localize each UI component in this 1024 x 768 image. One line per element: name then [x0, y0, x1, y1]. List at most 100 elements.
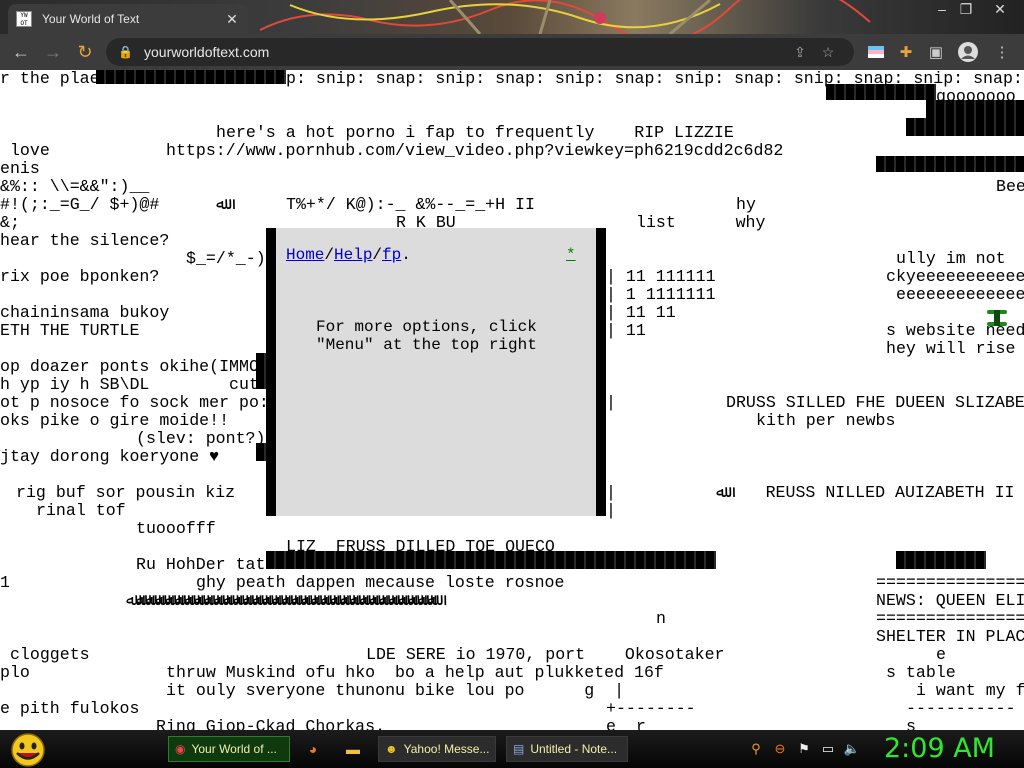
extensions-puzzle-icon[interactable]: ✚	[892, 38, 920, 66]
lock-icon[interactable]: 🔒	[118, 45, 134, 59]
world-text-line: it ouly sveryone thunonu bike lou po g |	[166, 681, 625, 700]
browser-tab[interactable]: YW OT Your World of Text ✕	[8, 4, 248, 34]
world-text-line: hy	[736, 195, 756, 214]
chrome-icon: ◉	[175, 742, 186, 756]
world-text-line: &%:: \\=&&":)__	[0, 177, 150, 196]
popup-message-line1: For more options, click	[316, 318, 537, 336]
world-text-line: ﷲﷲﷲﷲﷲﷲﷲﷲﷲﷲﷲﷲﷲﷲﷲﷲﷲﷲﷲﷲﷲﷲﷲﷲﷲﷲﷲﷲﷲﷲﷲﷲ	[126, 591, 438, 610]
world-text-line: kith per newbs	[756, 411, 896, 430]
black-block	[906, 118, 926, 136]
profile-avatar-icon[interactable]	[954, 38, 982, 66]
pride-flag-icon	[868, 46, 884, 58]
browser-tab-bar: YW OT Your World of Text ✕ – ❐ ✕	[0, 0, 1024, 34]
firefox-icon[interactable]: ◕	[302, 738, 324, 760]
world-text-line: |	[606, 483, 616, 502]
world-text-line: Ring Giop-Ckad Chorkas.	[156, 717, 386, 731]
world-text-line: tuooofff	[136, 519, 216, 538]
world-text-line: Ru HohDer tat	[136, 555, 266, 574]
world-text-line: |	[606, 393, 616, 412]
maximize-icon[interactable]: ❐	[954, 0, 978, 18]
world-text-line: rix poe bponken?	[0, 267, 160, 286]
world-text-line: ﷲ	[216, 195, 226, 214]
world-text-line: |	[606, 501, 616, 520]
popup-left-border	[266, 228, 276, 516]
minimize-icon[interactable]: –	[930, 0, 954, 18]
volume-icon[interactable]: 🔈	[842, 739, 862, 759]
world-text-line: thruw Muskind ofu hko bo a help aut pluk…	[166, 663, 664, 682]
popup-message: For more options, click "Menu" at the to…	[316, 318, 537, 354]
flag-extension-icon[interactable]	[862, 38, 890, 66]
world-text-line: #!(;:_=G_/ $+)@#	[0, 195, 160, 214]
folder-icon[interactable]: ▬	[342, 738, 364, 760]
bookmark-star-icon[interactable]: ☆	[814, 44, 842, 61]
world-text-line: n	[656, 609, 666, 628]
world-text-line: hey will rise	[886, 339, 1016, 358]
taskbar-button-yahoo[interactable]: ☻ Yahoo! Messe...	[378, 736, 496, 762]
browser-toolbar: ← → ↻ 🔒 yourworldoftext.com ⇪ ☆ ✚ ▣ ⋮	[0, 34, 1024, 70]
world-text-line: hear the silence?	[0, 231, 170, 250]
forward-icon[interactable]: →	[38, 37, 68, 67]
network-icon[interactable]: ▭	[818, 739, 838, 759]
world-text-line: p: snip: snap: snip: snap: snip: snap: s…	[286, 70, 1023, 88]
world-text-line: ully im not	[896, 249, 1006, 268]
black-block	[896, 551, 986, 569]
world-text-line: NEWS: QUEEN ELI	[876, 591, 1024, 610]
world-text-line: ot p nosoce fo sock mer po:)	[0, 393, 279, 412]
world-text-line: ckyeeeeeeeeeee	[886, 267, 1024, 286]
world-text-line: oks pike o gire moide!!	[0, 411, 230, 430]
world-text-line: $_=/*_-)"	[186, 249, 276, 268]
start-smiley-icon[interactable]	[8, 732, 48, 768]
world-text-line: e pith fulokos	[0, 699, 140, 718]
help-link[interactable]: Help	[334, 246, 372, 264]
world-text-line: eeeeeeeeeeeee	[896, 285, 1024, 304]
menu-handle-icon[interactable]	[985, 306, 1009, 330]
world-text-line: e	[936, 645, 946, 664]
share-icon[interactable]: ⇪	[786, 44, 814, 61]
taskbar-button-label: Yahoo! Messe...	[403, 742, 490, 756]
popup-message-line2: "Menu" at the top right	[316, 336, 537, 354]
popup-nav: Home/Help/fp.	[286, 246, 411, 264]
search-icon[interactable]: ⚲	[746, 739, 766, 759]
side-panel-icon[interactable]: ▣	[922, 38, 950, 66]
world-text-line: (slev: pont?)	[136, 429, 266, 448]
back-icon[interactable]: ←	[6, 37, 36, 67]
address-bar[interactable]: 🔒 yourworldoftext.com ⇪ ☆	[106, 38, 854, 66]
black-block	[876, 156, 1024, 172]
world-text-line: | 1 1111111	[606, 285, 716, 304]
window-close-icon[interactable]: ✕	[988, 0, 1012, 18]
world-text-line: here's a hot porno i fap to frequently R…	[216, 123, 734, 142]
world-text-line: | 11 111111	[606, 267, 716, 286]
world-text-line: ================	[876, 609, 1024, 628]
world-text-line: list why	[636, 213, 766, 232]
taskbar-clock[interactable]: 2:09 AM	[884, 733, 995, 764]
world-text-line: love	[0, 141, 50, 160]
reload-icon[interactable]: ↻	[70, 37, 100, 67]
info-popup: Home/Help/fp. * For more options, click …	[276, 228, 596, 516]
url-text[interactable]: yourworldoftext.com	[144, 44, 786, 60]
flag-tray-icon[interactable]: ⚑	[794, 739, 814, 759]
world-text-line: cloggets	[0, 645, 90, 664]
circle-tray-icon[interactable]: ⊖	[770, 739, 790, 759]
chrome-menu-icon[interactable]: ⋮	[988, 38, 1016, 66]
star-link[interactable]: *	[566, 246, 576, 264]
world-text-line: s table	[886, 663, 956, 682]
world-text-line: -----------	[906, 699, 1016, 718]
world-text-line: gooooooo	[936, 87, 1016, 106]
taskbar-button-label: Untitled - Note...	[530, 742, 618, 756]
world-text-line: LDE SERE io 1970, port Okosotaker	[366, 645, 725, 664]
taskbar-button-label: Your World of ...	[191, 742, 277, 756]
world-text-line: &;	[0, 213, 20, 232]
black-block	[96, 70, 286, 84]
fp-link[interactable]: fp	[382, 246, 401, 264]
close-tab-icon[interactable]: ✕	[224, 11, 240, 28]
home-link[interactable]: Home	[286, 246, 324, 264]
wallpaper-art	[259, 0, 871, 34]
world-text-line: plo	[0, 663, 30, 682]
taskbar-button-notepad[interactable]: ▤ Untitled - Note...	[506, 736, 628, 762]
world-text-line: https://www.pornhub.com/view_video.php?v…	[166, 141, 784, 160]
world-text-line: rinal tof	[36, 501, 126, 520]
world-text-line: r the plae	[0, 70, 100, 88]
world-text-line: jtay dorong koeryone ♥	[0, 447, 220, 466]
taskbar-button-chrome[interactable]: ◉ Your World of ...	[168, 736, 290, 762]
world-text-line: enis	[0, 159, 40, 178]
